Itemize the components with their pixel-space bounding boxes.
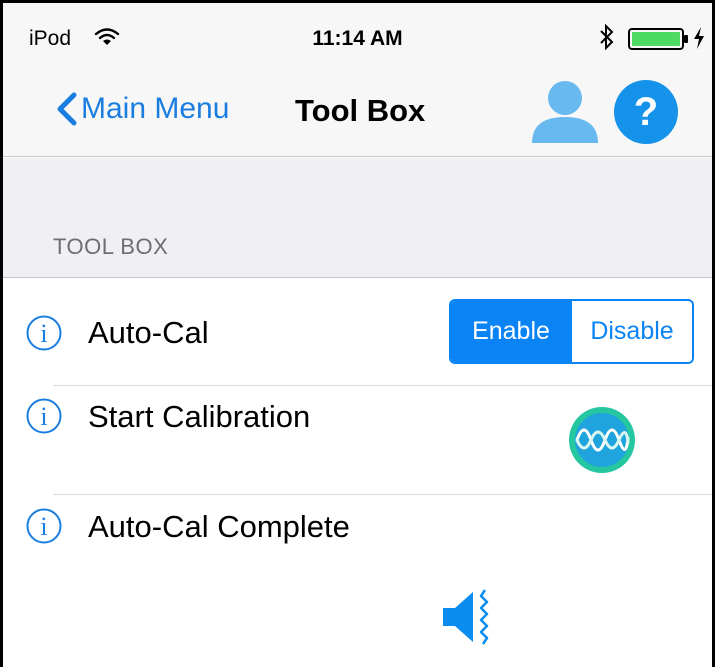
start-calibration-label: Start Calibration: [88, 399, 311, 434]
auto-cal-complete-label: Auto-Cal Complete: [88, 509, 350, 544]
info-icon[interactable]: i: [26, 398, 62, 434]
back-label: Main Menu: [81, 92, 230, 125]
bluetooth-icon: [600, 24, 614, 50]
battery-icon: [628, 28, 688, 50]
app-screen: iPod 11:14 AM Main Menu Tool Box ? TOOL …: [0, 0, 715, 667]
speaker-icon[interactable]: [441, 586, 497, 648]
charging-bolt-icon: [694, 27, 704, 49]
svg-text:?: ?: [634, 90, 658, 134]
chevron-left-icon: [57, 92, 77, 126]
disable-segment[interactable]: Disable: [571, 301, 692, 362]
info-icon[interactable]: i: [26, 315, 62, 351]
calibrate-wave-icon[interactable]: [568, 406, 636, 474]
page-title: Tool Box: [295, 93, 426, 128]
svg-text:i: i: [40, 402, 47, 431]
back-button[interactable]: Main Menu: [55, 89, 229, 129]
svg-text:i: i: [40, 319, 47, 348]
section-header: TOOL BOX: [53, 234, 169, 259]
row-separator: [53, 494, 712, 495]
info-icon[interactable]: i: [26, 508, 62, 544]
user-icon[interactable]: [530, 79, 600, 143]
auto-cal-label: Auto-Cal: [88, 315, 209, 350]
help-icon[interactable]: ?: [613, 79, 679, 145]
status-bar: iPod 11:14 AM: [3, 3, 712, 63]
enable-segment[interactable]: Enable: [451, 301, 571, 362]
svg-text:i: i: [40, 512, 47, 541]
row-separator: [53, 385, 712, 386]
navigation-bar: Main Menu Tool Box ?: [3, 63, 712, 157]
auto-cal-segmented-control: Enable Disable: [449, 299, 694, 364]
divider: [3, 277, 712, 278]
